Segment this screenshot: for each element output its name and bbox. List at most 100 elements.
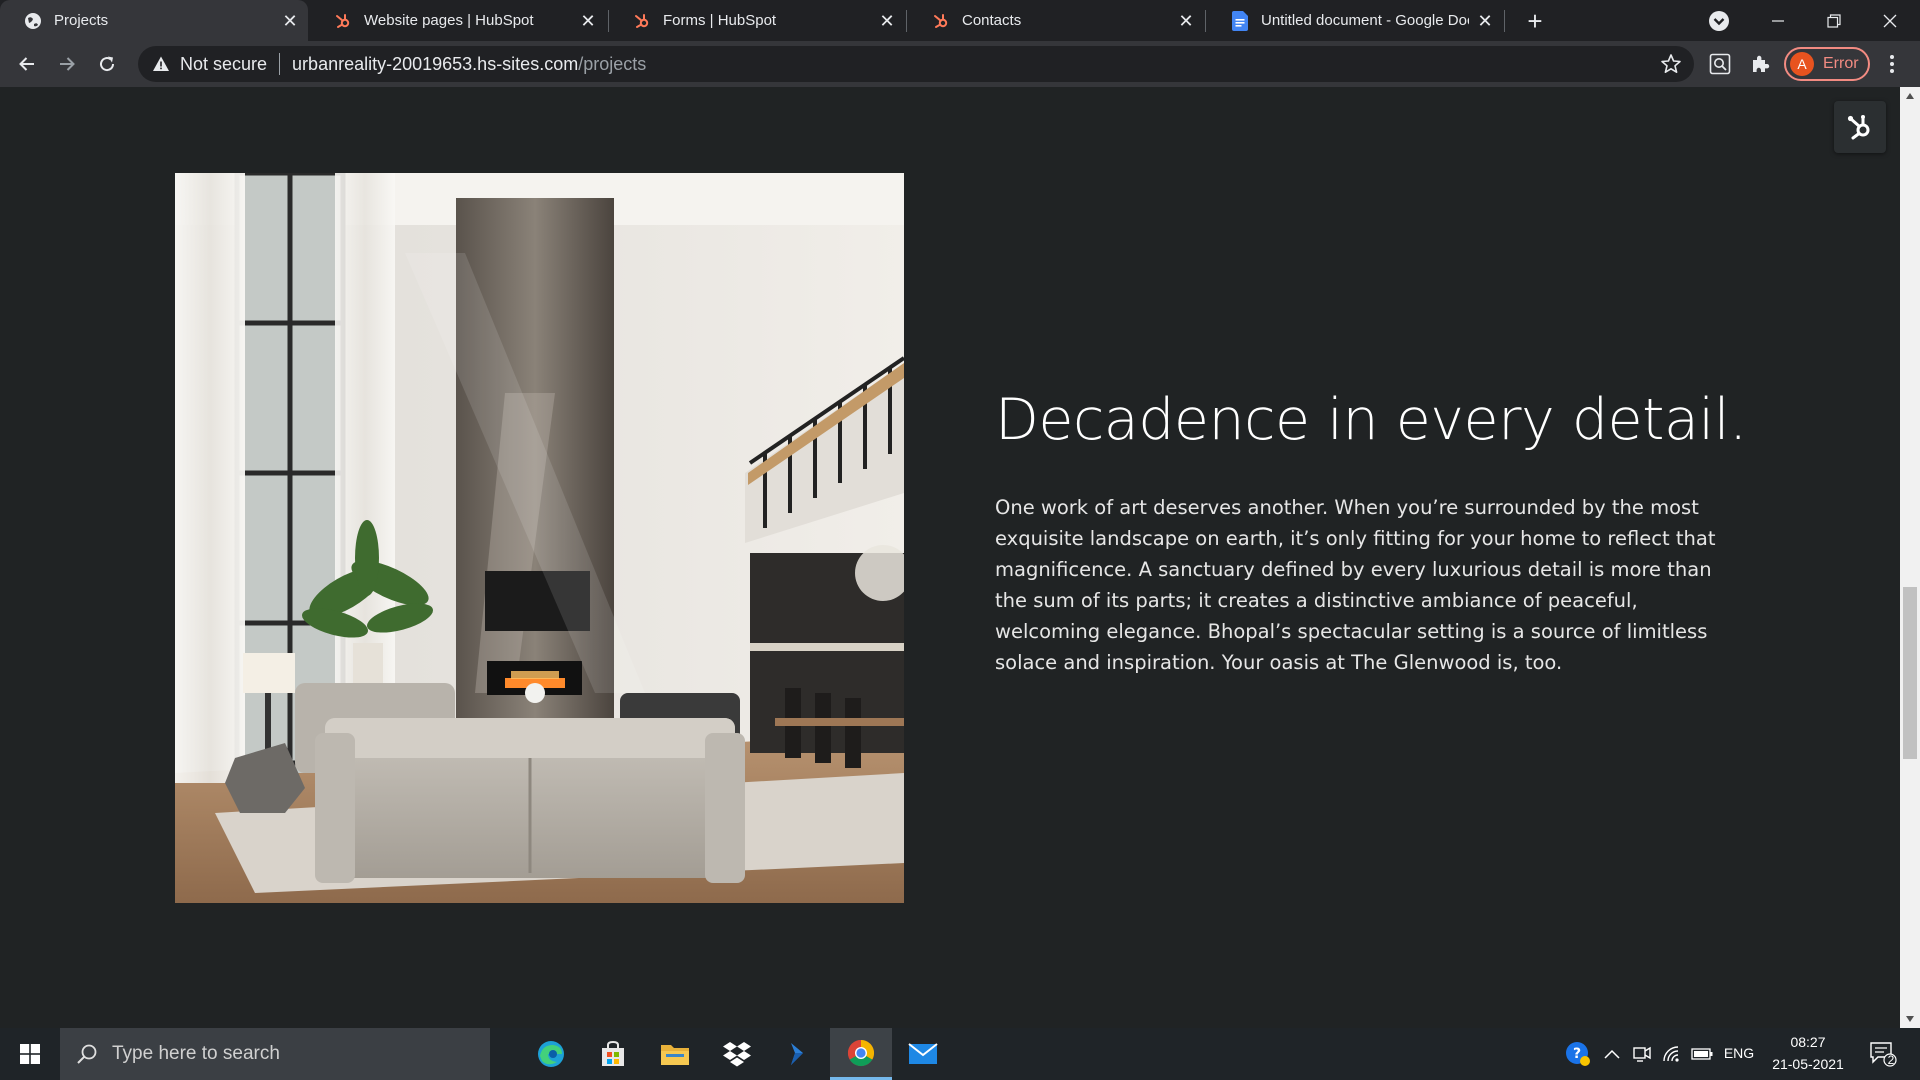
camera-icon — [1633, 1046, 1651, 1062]
scroll-thumb[interactable] — [1903, 587, 1917, 759]
google-docs-icon — [1231, 10, 1249, 31]
url-host: urbanreality-20019653.hs-sites.com — [292, 53, 579, 74]
minimize-icon — [1772, 19, 1784, 22]
page-body-text: One work of art deserves another. When y… — [995, 496, 1716, 674]
minimize-button[interactable] — [1750, 0, 1806, 41]
wifi-icon — [1663, 1046, 1679, 1062]
taskbar-edge[interactable] — [520, 1028, 582, 1080]
tab-forms[interactable]: Forms | HubSpot ✕ — [609, 0, 905, 41]
show-hidden-icons-button[interactable] — [1600, 1042, 1624, 1066]
hubspot-icon — [633, 12, 651, 30]
arrow-left-icon — [19, 57, 34, 71]
browser-toolbar: Not secure urbanreality-20019653.hs-site… — [0, 41, 1920, 87]
reload-button[interactable] — [91, 48, 123, 80]
close-tab-icon[interactable]: ✕ — [578, 11, 598, 31]
forward-button[interactable] — [51, 48, 83, 80]
edge-icon — [538, 1041, 564, 1067]
taskbar-chrome[interactable] — [830, 1028, 892, 1080]
warning-icon — [153, 56, 169, 71]
scroll-down-button[interactable] — [1900, 1010, 1920, 1028]
tab-title: Projects — [54, 12, 109, 29]
hubspot-icon — [334, 12, 352, 30]
tab-website-pages[interactable]: Website pages | HubSpot ✕ — [310, 0, 606, 41]
tab-separator — [1205, 10, 1206, 32]
language-indicator[interactable]: ENG — [1722, 1045, 1756, 1061]
chevron-up-icon — [1604, 1049, 1620, 1059]
url-path: /projects — [578, 53, 647, 74]
interior-illustration — [175, 173, 904, 903]
tab-contacts[interactable]: Contacts ✕ — [908, 0, 1204, 41]
tab-separator — [906, 10, 907, 32]
hubspot-sprocket-icon — [1847, 115, 1870, 140]
restore-icon — [1827, 13, 1841, 28]
taskbar-store[interactable] — [582, 1028, 644, 1080]
close-window-button[interactable] — [1862, 0, 1918, 41]
mail-icon — [908, 1043, 938, 1064]
omnibox-divider — [279, 53, 281, 75]
security-label[interactable]: Not secure — [180, 54, 267, 75]
close-tab-icon[interactable]: ✕ — [877, 11, 897, 31]
dropbox-icon — [723, 1042, 751, 1067]
taskbar-file-explorer[interactable] — [644, 1028, 706, 1080]
meet-now-tray[interactable] — [1630, 1042, 1654, 1066]
dot-icon — [1890, 55, 1894, 59]
page-headline: Decadence in every detail. — [995, 387, 1747, 453]
living-room-photo — [175, 173, 904, 903]
hubspot-icon — [932, 12, 950, 30]
bookmark-star-icon[interactable] — [1660, 53, 1682, 75]
tab-title: Forms | HubSpot — [663, 12, 777, 29]
store-icon — [602, 1040, 624, 1066]
taskbar-mail[interactable] — [892, 1028, 954, 1080]
back-button[interactable] — [11, 48, 43, 80]
hubspot-sprocket-button[interactable] — [1834, 101, 1886, 153]
battery-icon — [1691, 1048, 1713, 1060]
search-placeholder: Type here to search — [112, 1043, 280, 1064]
address-bar[interactable]: Not secure urbanreality-20019653.hs-site… — [138, 46, 1694, 82]
clock-time[interactable]: 08:27 — [1766, 1034, 1850, 1050]
action-center-button[interactable]: 2 — [1868, 1042, 1898, 1067]
close-tab-icon[interactable]: ✕ — [1475, 11, 1495, 31]
battery-tray[interactable] — [1690, 1042, 1714, 1066]
restore-button[interactable] — [1806, 0, 1862, 41]
windows-taskbar: Type here to search ? ENG 08:27 21-05-20… — [0, 1028, 1920, 1080]
reload-icon — [100, 56, 115, 72]
new-tab-button[interactable]: + — [1520, 6, 1550, 36]
tab-search-icon — [1709, 11, 1729, 31]
zoom-lens-button[interactable] — [1708, 52, 1732, 76]
profile-button[interactable]: A Error — [1784, 47, 1870, 81]
tab-projects[interactable]: Projects ✕ — [0, 0, 308, 41]
scroll-up-button[interactable] — [1900, 87, 1920, 105]
tab-title: Website pages | HubSpot — [364, 12, 534, 29]
network-tray[interactable] — [1660, 1042, 1684, 1066]
tab-separator — [1504, 10, 1505, 32]
lightning-app-icon — [791, 1043, 803, 1065]
help-tray-icon[interactable]: ? — [1564, 1040, 1592, 1068]
tab-google-docs[interactable]: Untitled document - Google Docs ✕ — [1207, 0, 1503, 41]
folder-icon — [661, 1045, 689, 1065]
arrow-right-icon — [60, 57, 75, 71]
dot-icon — [1890, 69, 1894, 73]
extensions-button[interactable] — [1749, 52, 1773, 76]
start-button[interactable] — [0, 1028, 60, 1080]
web-page: Decadence in every detail. One work of a… — [0, 87, 1900, 1028]
page-scrollbar[interactable] — [1900, 87, 1920, 1028]
dot-icon — [1890, 62, 1894, 66]
globe-icon — [24, 12, 42, 30]
profile-status: Error — [1823, 55, 1859, 72]
search-icon — [77, 1044, 97, 1064]
notification-count: 2 — [1887, 1053, 1895, 1067]
close-icon — [1883, 14, 1897, 27]
triangle-up-icon — [1906, 93, 1914, 99]
tab-search-button[interactable] — [1708, 10, 1730, 32]
triangle-down-icon — [1906, 1016, 1914, 1022]
taskbar-vscode-like-app[interactable] — [768, 1028, 830, 1080]
clock-date[interactable]: 21-05-2021 — [1766, 1056, 1850, 1072]
close-tab-icon[interactable]: ✕ — [280, 11, 300, 31]
close-tab-icon[interactable]: ✕ — [1176, 11, 1196, 31]
browser-menu-button[interactable] — [1880, 52, 1904, 76]
puzzle-icon — [1753, 55, 1770, 72]
chrome-icon — [847, 1039, 875, 1066]
taskbar-dropbox[interactable] — [706, 1028, 768, 1080]
svg-text:?: ? — [1573, 1046, 1581, 1062]
taskbar-search-input[interactable]: Type here to search — [60, 1028, 490, 1080]
